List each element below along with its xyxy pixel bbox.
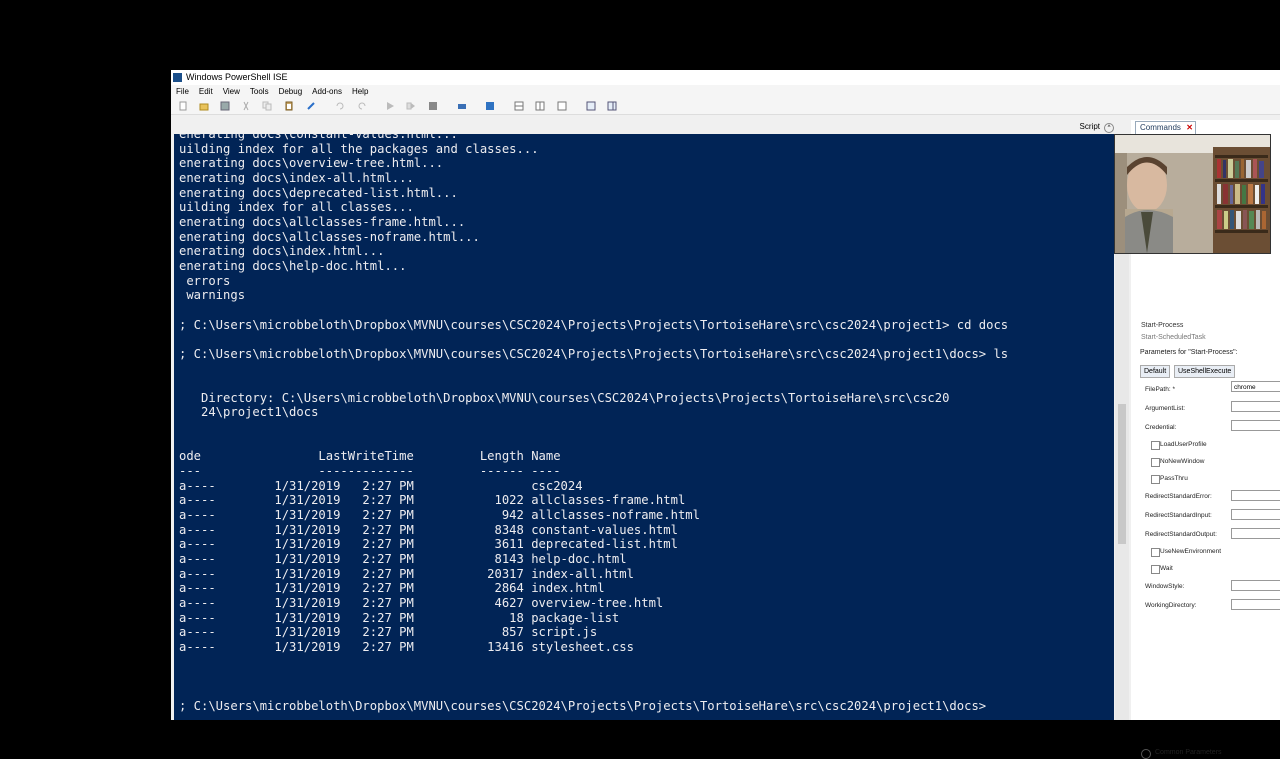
paste-icon[interactable] [284, 101, 294, 111]
menu-tools[interactable]: Tools [245, 85, 274, 98]
tab-default[interactable]: Default [1140, 365, 1171, 378]
run-selection-icon[interactable] [406, 101, 416, 111]
filepath-label: FilePath: * [1145, 386, 1175, 393]
webcam-overlay [1114, 134, 1271, 254]
list-item[interactable]: Start-ScheduledTask [1141, 334, 1206, 341]
workingdirectory-field[interactable] [1231, 599, 1280, 610]
passthru-label: PassThru [1160, 475, 1188, 482]
usenewenvironment-checkbox[interactable] [1151, 548, 1160, 557]
wait-checkbox[interactable] [1151, 565, 1160, 574]
wait-label: Wait [1160, 565, 1173, 572]
redirectstandardinput-label: RedirectStandardInput: [1145, 512, 1212, 519]
tab-useshellexecute[interactable]: UseShellExecute [1174, 365, 1236, 378]
remote-icon[interactable] [457, 101, 467, 111]
new-icon[interactable] [178, 101, 188, 111]
redirectstandardoutput-label: RedirectStandardOutput: [1145, 531, 1217, 538]
cut-icon[interactable] [241, 101, 251, 111]
argumentlist-field[interactable] [1231, 401, 1280, 412]
menu-file[interactable]: File [171, 85, 194, 98]
loaduserprofile-checkbox[interactable] [1151, 441, 1160, 450]
windowstyle-field[interactable] [1231, 580, 1280, 591]
menu-bar: File Edit View Tools Debug Add-ons Help [171, 85, 1280, 98]
redirectstandardinput-field[interactable] [1231, 509, 1280, 520]
toolbar [171, 98, 1280, 115]
nonewwindow-label: NoNewWindow [1160, 458, 1205, 465]
credential-field[interactable] [1231, 420, 1280, 431]
redo-icon[interactable] [357, 101, 367, 111]
passthru-checkbox[interactable] [1151, 475, 1160, 484]
params-title: Parameters for "Start-Process": [1140, 349, 1238, 356]
list-item[interactable]: Start-Process [1141, 322, 1183, 329]
console-pane[interactable]: enerating docs\constant-values.html... u… [174, 134, 1114, 720]
close-icon[interactable]: ✕ [1186, 122, 1193, 134]
credential-label: Credential: [1145, 424, 1177, 431]
undo-icon[interactable] [335, 101, 345, 111]
scrollbar-thumb[interactable] [1118, 404, 1126, 544]
script-tab-row: Script ^ [171, 120, 1116, 134]
webcam-image [1115, 135, 1270, 253]
layout-max-icon[interactable] [557, 101, 567, 111]
layout-top-icon[interactable] [514, 101, 524, 111]
menu-add-ons[interactable]: Add-ons [307, 85, 347, 98]
common-parameters-label[interactable]: Common Parameters [1155, 749, 1222, 756]
commands-tab[interactable]: Commands ✕ [1135, 121, 1196, 135]
powershell-ise-window: Windows PowerShell ISE File Edit View Tools… [171, 70, 1280, 759]
workingdirectory-label: WorkingDirectory: [1145, 602, 1197, 609]
powershell-icon[interactable] [485, 101, 495, 111]
usenewenvironment-label: UseNewEnvironment [1160, 548, 1222, 555]
open-icon[interactable] [199, 101, 209, 111]
layout-right-icon[interactable] [535, 101, 545, 111]
window-title: Windows PowerShell ISE [186, 72, 288, 82]
chevron-down-icon[interactable]: v [1141, 749, 1151, 759]
loaduserprofile-label: LoadUserProfile [1160, 441, 1207, 448]
menu-debug[interactable]: Debug [274, 85, 308, 98]
console-output: enerating docs\constant-values.html... u… [179, 134, 1009, 713]
commands-tab-label: Commands [1140, 123, 1181, 132]
menu-view[interactable]: View [218, 85, 245, 98]
save-icon[interactable] [220, 101, 230, 111]
copy-icon[interactable] [262, 101, 272, 111]
nonewwindow-checkbox[interactable] [1151, 458, 1160, 467]
clear-icon[interactable] [306, 101, 316, 111]
run-icon[interactable] [385, 101, 395, 111]
title-bar: Windows PowerShell ISE [171, 70, 1280, 85]
show-script-icon[interactable] [586, 101, 596, 111]
argumentlist-label: ArgumentList: [1145, 405, 1186, 412]
script-tab-label: Script [1079, 122, 1100, 131]
redirectstandardoutput-field[interactable] [1231, 528, 1280, 539]
menu-help[interactable]: Help [347, 85, 373, 98]
powershell-app-icon [173, 73, 182, 82]
chevron-up-icon[interactable]: ^ [1104, 123, 1114, 133]
script-tab[interactable]: Script ^ [1080, 120, 1114, 134]
redirectstandarderror-label: RedirectStandardError: [1145, 493, 1212, 500]
show-commands-icon[interactable] [607, 101, 617, 111]
redirectstandarderror-field[interactable] [1231, 490, 1280, 501]
windowstyle-label: WindowStyle: [1145, 583, 1185, 590]
stop-icon[interactable] [428, 101, 438, 111]
menu-edit[interactable]: Edit [194, 85, 218, 98]
filepath-field[interactable]: chrome [1231, 381, 1280, 392]
